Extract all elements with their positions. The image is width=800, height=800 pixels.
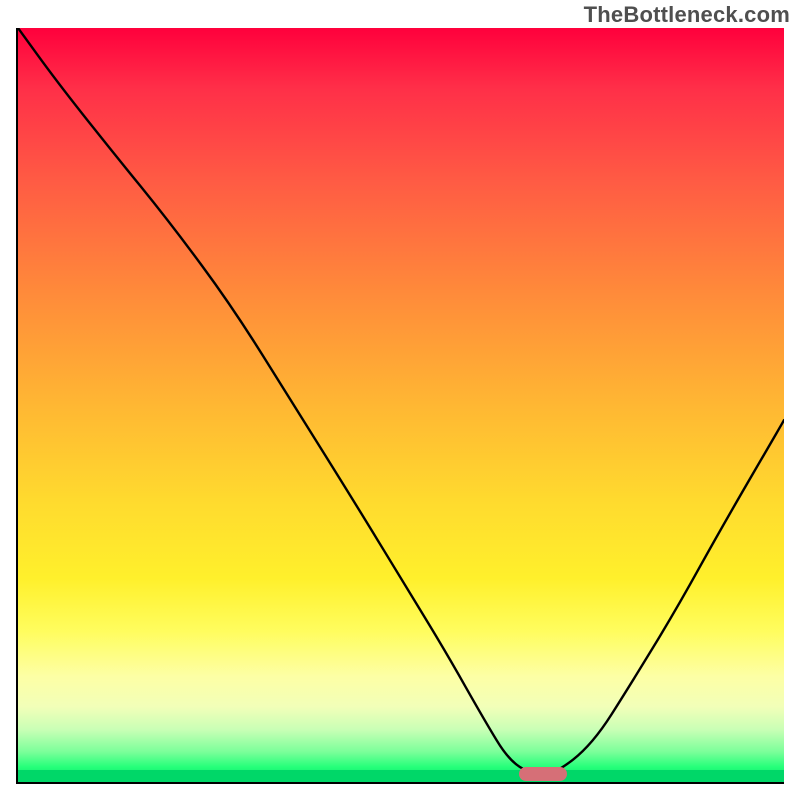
watermark-text: TheBottleneck.com (584, 2, 790, 28)
curve-path (18, 28, 784, 775)
chart-container: TheBottleneck.com (0, 0, 800, 800)
optimum-marker (519, 767, 567, 781)
plot-area (16, 28, 784, 784)
bottleneck-curve (18, 28, 784, 782)
